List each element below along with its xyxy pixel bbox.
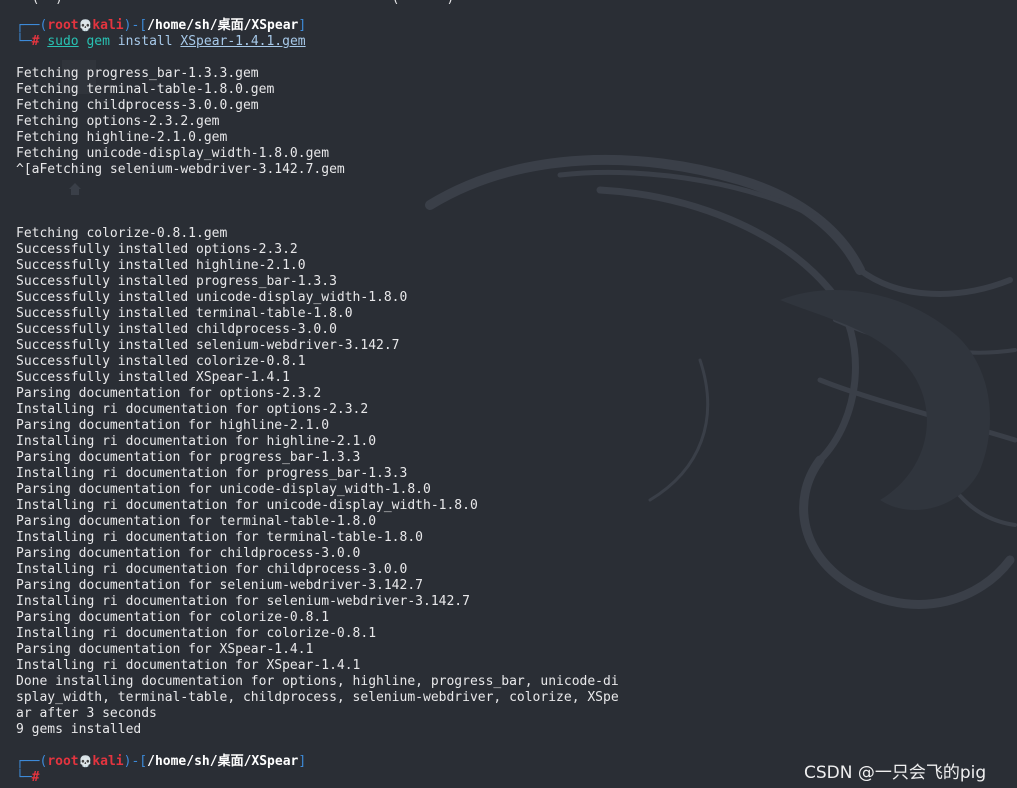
terminal-output-line: Done installing documentation for option… xyxy=(16,674,619,689)
terminal-output-line: Fetching unicode-display_width-1.8.0.gem xyxy=(16,146,330,161)
prompt-line-2-cmd[interactable]: └─# xyxy=(16,770,39,786)
prompt-user: root xyxy=(47,754,79,769)
cmd-sudo: sudo xyxy=(47,34,79,49)
terminal-output-line: Parsing documentation for unicode-displa… xyxy=(16,482,431,497)
prompt-host: kali xyxy=(92,18,124,33)
prompt-host: kali xyxy=(92,754,124,769)
terminal-output-line: Successfully installed selenium-webdrive… xyxy=(16,338,400,353)
home-icon xyxy=(69,183,81,195)
skull-icon: 💀 xyxy=(78,19,93,32)
prompt-line-2-top: ┌──(root💀kali)-[/home/sh/桌面/XSpear] xyxy=(16,754,307,769)
prompt-line-1-top: ┌──(root💀kali)-[/home/sh/桌面/XSpear] xyxy=(16,18,307,33)
terminal-output-line: ar after 3 seconds xyxy=(16,706,157,721)
prompt-path: /home/sh/桌面/XSpear xyxy=(147,18,299,33)
terminal-output-line: Successfully installed colorize-0.8.1 xyxy=(16,354,306,369)
csdn-watermark: CSDN @一只会飞的pig xyxy=(804,763,987,783)
terminal-output-line: Fetching progress_bar-1.3.3.gem xyxy=(16,66,259,81)
terminal-output-line: Installing ri documentation for childpro… xyxy=(16,562,408,577)
terminal-output-line: Parsing documentation for XSpear-1.4.1 xyxy=(16,642,314,657)
terminal-output-line: splay_width, terminal-table, childproces… xyxy=(16,690,619,705)
terminal-output-line: Installing ri documentation for progress… xyxy=(16,466,408,481)
terminal-output-line: Parsing documentation for selenium-webdr… xyxy=(16,578,423,593)
terminal-output-line: Successfully installed terminal-table-1.… xyxy=(16,306,353,321)
terminal-output-line: Installing ri documentation for highline… xyxy=(16,434,377,449)
terminal-output-line: Fetching terminal-table-1.8.0.gem xyxy=(16,82,275,97)
terminal-output-line: Successfully installed highline-2.1.0 xyxy=(16,258,306,273)
terminal-output-line: Parsing documentation for terminal-table… xyxy=(16,514,377,529)
terminal-output-line: Successfully installed XSpear-1.4.1 xyxy=(16,370,290,385)
terminal-output-line: Parsing documentation for childprocess-3… xyxy=(16,546,361,561)
terminal-output-line: 9 gems installed xyxy=(16,722,142,737)
cmd-install: install xyxy=(117,34,173,49)
prompt-user: root xyxy=(47,18,79,33)
terminal-output-line: ^[aFetching selenium-webdriver-3.142.7.g… xyxy=(16,162,345,177)
prompt-hash: # xyxy=(31,770,40,785)
cmd-gem: gem xyxy=(86,34,110,49)
terminal-output-line: Successfully installed progress_bar-1.3.… xyxy=(16,274,337,289)
partial-line-top: ──( )── ── ─ ── ─ ─ ─ ─ ──( ─ ─) ─ xyxy=(16,0,470,7)
terminal-output-line: Installing ri documentation for unicode-… xyxy=(16,498,478,513)
terminal-output-line: Installing ri documentation for options-… xyxy=(16,402,369,417)
terminal-output-line: Parsing documentation for colorize-0.8.1 xyxy=(16,610,330,625)
terminal-output-line: Successfully installed childprocess-3.0.… xyxy=(16,322,337,337)
terminal-output-line: Successfully installed options-2.3.2 xyxy=(16,242,298,257)
terminal-output-line: Fetching options-2.3.2.gem xyxy=(16,114,220,129)
terminal-output-line: Installing ri documentation for XSpear-1… xyxy=(16,658,361,673)
prompt-path: /home/sh/桌面/XSpear xyxy=(147,754,299,769)
cmd-file: XSpear-1.4.1.gem xyxy=(180,34,306,49)
terminal-output-line: Fetching childprocess-3.0.0.gem xyxy=(16,98,259,113)
terminal-output-line: Parsing documentation for progress_bar-1… xyxy=(16,450,361,465)
terminal-output-line: Parsing documentation for highline-2.1.0 xyxy=(16,418,330,433)
terminal-window[interactable]: ──( )── ── ─ ── ─ ─ ─ ─ ──( ─ ─) ─ ┌──(r… xyxy=(0,0,1017,788)
terminal-output-line: Fetching highline-2.1.0.gem xyxy=(16,130,228,145)
terminal-output-line: Parsing documentation for options-2.3.2 xyxy=(16,386,322,401)
terminal-output-line: Successfully installed unicode-display_w… xyxy=(16,290,408,305)
skull-icon: 💀 xyxy=(78,755,93,768)
terminal-output-line: Installing ri documentation for terminal… xyxy=(16,530,423,545)
prompt-line-1-cmd[interactable]: └─# sudo gem install XSpear-1.4.1.gem xyxy=(16,34,306,50)
terminal-output-line: Installing ri documentation for colorize… xyxy=(16,626,377,641)
terminal-output-line: Installing ri documentation for selenium… xyxy=(16,594,470,609)
terminal-output-line: Fetching colorize-0.8.1.gem xyxy=(16,226,228,241)
